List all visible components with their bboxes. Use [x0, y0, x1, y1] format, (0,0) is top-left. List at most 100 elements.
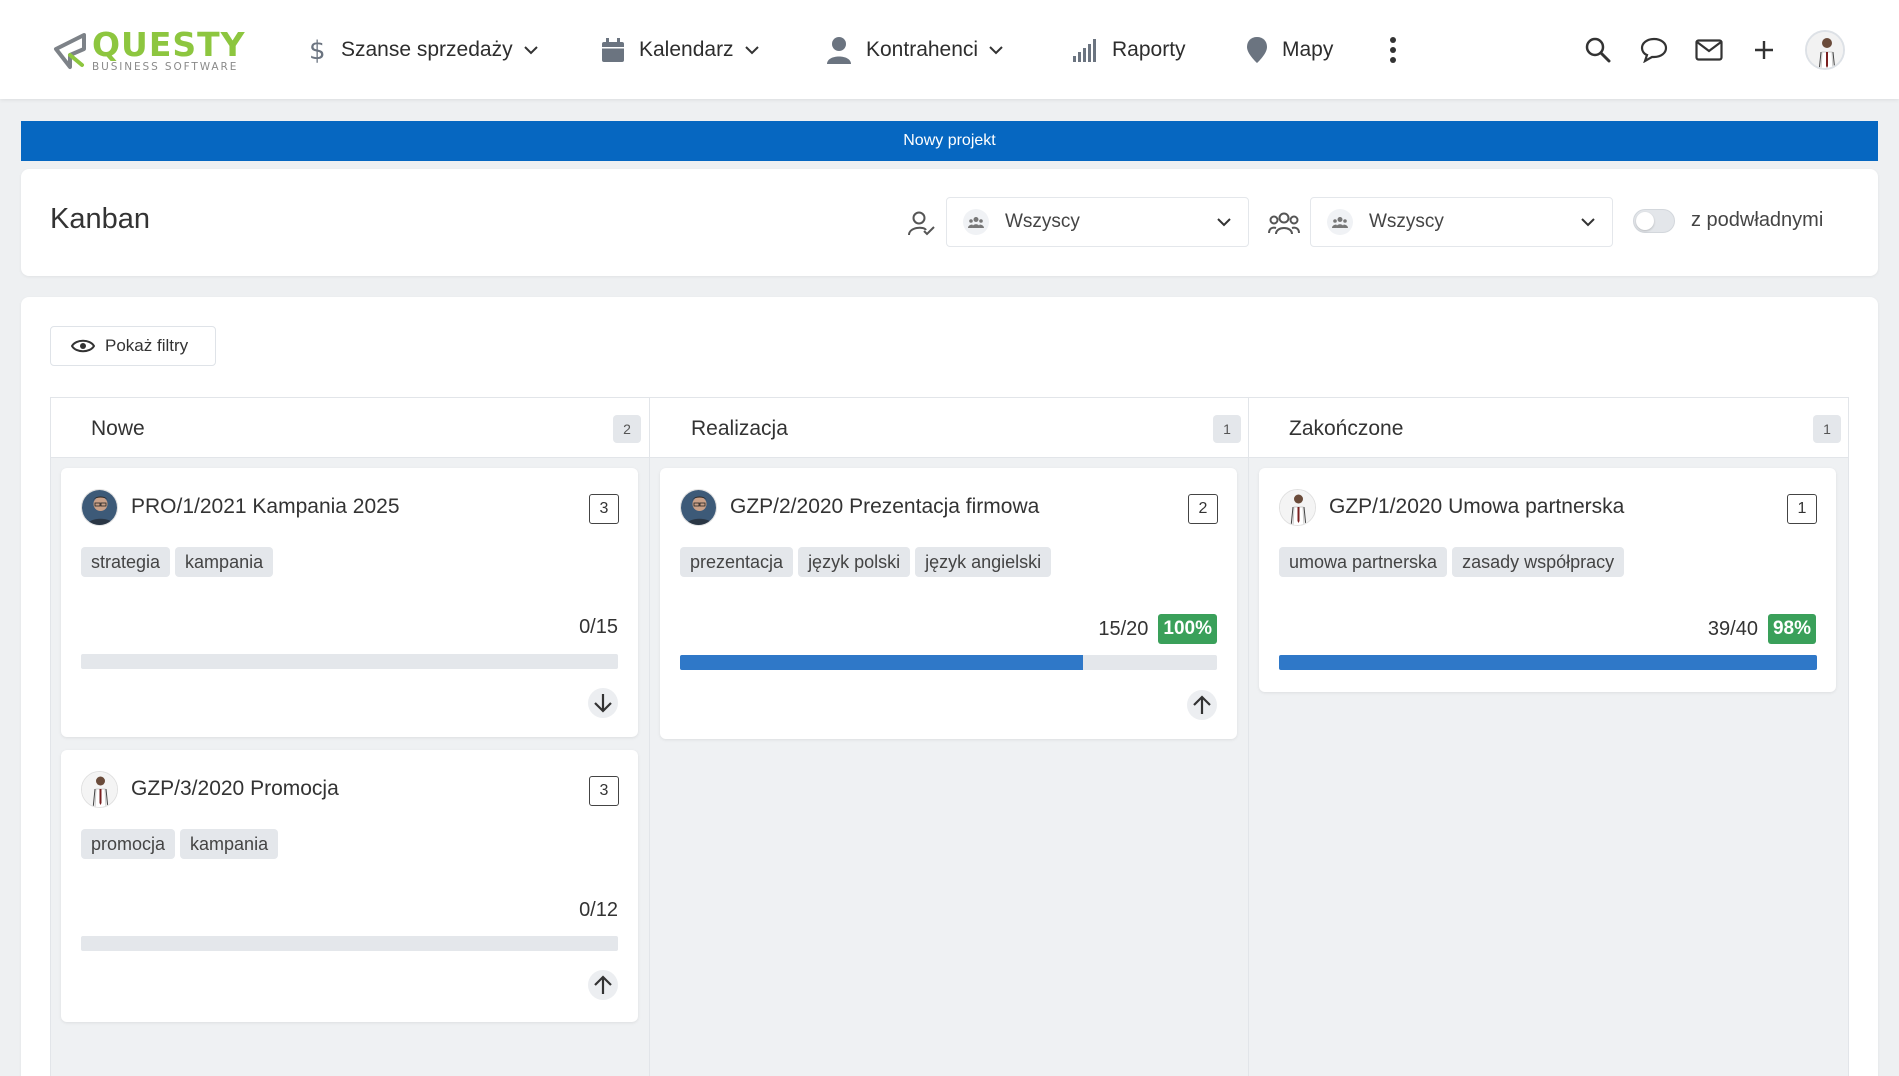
tag: strategia [81, 547, 171, 577]
show-filters-button[interactable]: Pokaż filtry [50, 326, 216, 366]
chevron-down-icon [1580, 211, 1596, 233]
column-count-badge: 1 [1813, 415, 1841, 443]
logo-name: QUESTY [92, 24, 246, 64]
progress-text: 0/12 [579, 899, 618, 921]
tag: język polski [798, 547, 911, 577]
arrow-up-icon [1193, 695, 1211, 714]
tag-list: umowa partnerska zasady współpracy [1279, 547, 1625, 577]
subordinates-toggle[interactable] [1633, 209, 1675, 233]
move-up-button[interactable] [588, 970, 618, 1000]
team-filter-select[interactable]: Wszyscy [1310, 197, 1613, 247]
card-title: GZP/1/2020 Umowa partnerska [1329, 495, 1625, 518]
nav-label: Raporty [1112, 38, 1186, 61]
avatar [1279, 489, 1316, 526]
dollar-icon: $ [305, 36, 327, 64]
card-title: PRO/1/2021 Kampania 2025 [131, 495, 400, 518]
nav-item-contractors[interactable]: Kontrahenci [826, 30, 1004, 70]
tag-list: prezentacja język polski język angielski [680, 547, 1052, 577]
avatar [81, 489, 118, 526]
team-filter-value: Wszyscy [1369, 211, 1444, 232]
column-count-badge: 2 [613, 415, 641, 443]
nav-item-calendar[interactable]: Kalendarz [601, 30, 760, 70]
subordinates-label: z podwładnymi [1691, 209, 1824, 231]
kanban-card[interactable]: GZP/2/2020 Prezentacja firmowa 2 prezent… [660, 468, 1237, 739]
card-title: GZP/3/2020 Promocja [131, 777, 339, 800]
owner-filter-value: Wszyscy [1005, 211, 1080, 232]
progress-info: 15/20 100% [1098, 614, 1217, 644]
questy-logo[interactable]: QUESTY BUSINESS SOFTWARE [48, 28, 246, 72]
percent-badge: 100% [1158, 614, 1217, 644]
move-down-button[interactable] [588, 688, 618, 718]
search-icon[interactable] [1580, 32, 1616, 68]
nav-item-maps[interactable]: Mapy [1246, 30, 1333, 70]
progress-text: 39/40 [1707, 617, 1758, 640]
users-group-icon [1268, 209, 1300, 239]
user-check-icon [906, 209, 938, 239]
kanban-header: Kanban Wszyscy Wszyscy z podwładnymi [21, 169, 1878, 276]
kanban-card[interactable]: GZP/3/2020 Promocja 3 promocja kampania … [61, 750, 638, 1022]
arrow-up-icon [594, 975, 612, 994]
users-icon [1327, 209, 1353, 235]
column-header-realization: Realizacja 1 [649, 397, 1249, 458]
kanban-card[interactable]: PRO/1/2021 Kampania 2025 3 strategia kam… [61, 468, 638, 737]
column-header-new: Nowe 2 [50, 397, 650, 458]
tag-list: promocja kampania [81, 829, 279, 859]
tag: kampania [175, 547, 274, 577]
bar-signal-icon [1072, 38, 1098, 62]
user-icon [826, 36, 852, 64]
chevron-down-icon [523, 45, 539, 55]
column-header-completed: Zakończone 1 [1248, 397, 1849, 458]
tag: promocja [81, 829, 176, 859]
logo-mark-icon [54, 33, 86, 69]
progress-bar-fill [680, 655, 1083, 670]
map-pin-icon [1246, 36, 1268, 64]
card-task-count: 3 [589, 494, 619, 524]
calendar-icon [601, 37, 625, 63]
move-up-button[interactable] [1187, 690, 1217, 720]
show-filters-label: Pokaż filtry [105, 336, 189, 355]
nav-label: Mapy [1282, 38, 1334, 61]
users-icon [963, 209, 989, 235]
plus-icon[interactable] [1746, 32, 1782, 68]
percent-badge: 98% [1767, 614, 1816, 644]
new-project-button[interactable]: Nowy projekt [21, 121, 1878, 161]
progress-info: 0/15 [579, 616, 618, 639]
chat-icon[interactable] [1636, 32, 1672, 68]
nav-label: Kontrahenci [866, 38, 979, 61]
chevron-down-icon [744, 45, 760, 55]
avatar [81, 771, 118, 808]
column-name: Zakończone [1289, 417, 1404, 440]
tag: zasady współpracy [1452, 547, 1625, 577]
logo-subtitle: BUSINESS SOFTWARE [92, 60, 239, 73]
progress-bar [81, 654, 618, 669]
progress-text: 0/15 [579, 616, 618, 638]
card-task-count: 3 [589, 776, 619, 806]
eye-icon [71, 338, 95, 354]
kanban-card[interactable]: GZP/1/2020 Umowa partnerska 1 umowa part… [1259, 468, 1836, 692]
tag: umowa partnerska [1279, 547, 1448, 577]
progress-info: 0/12 [579, 899, 618, 922]
arrow-down-icon [594, 694, 612, 713]
tag-list: strategia kampania [81, 547, 274, 577]
tag: język angielski [915, 547, 1052, 577]
nav-item-reports[interactable]: Raporty [1072, 30, 1186, 70]
progress-bar [680, 655, 1217, 670]
tag: prezentacja [680, 547, 794, 577]
nav-label: Szanse sprzedaży [341, 38, 513, 61]
column-name: Nowe [91, 417, 145, 440]
svg-text:$: $ [309, 36, 326, 64]
top-navbar: QUESTY BUSINESS SOFTWARE $ Szanse sprzed… [0, 0, 1899, 99]
progress-bar-fill [1279, 655, 1817, 670]
progress-bar [1279, 655, 1817, 670]
tag: kampania [180, 829, 279, 859]
avatar [680, 489, 717, 526]
nav-item-sales-opportunities[interactable]: $ Szanse sprzedaży [305, 30, 539, 70]
user-avatar[interactable] [1805, 30, 1845, 70]
card-title: GZP/2/2020 Prezentacja firmowa [730, 495, 1040, 518]
owner-filter-select[interactable]: Wszyscy [946, 197, 1249, 247]
progress-text: 15/20 [1098, 617, 1149, 640]
mail-icon[interactable] [1691, 32, 1727, 68]
more-vertical-icon[interactable] [1375, 32, 1411, 68]
column-name: Realizacja [691, 417, 788, 440]
card-task-count: 1 [1787, 494, 1817, 524]
